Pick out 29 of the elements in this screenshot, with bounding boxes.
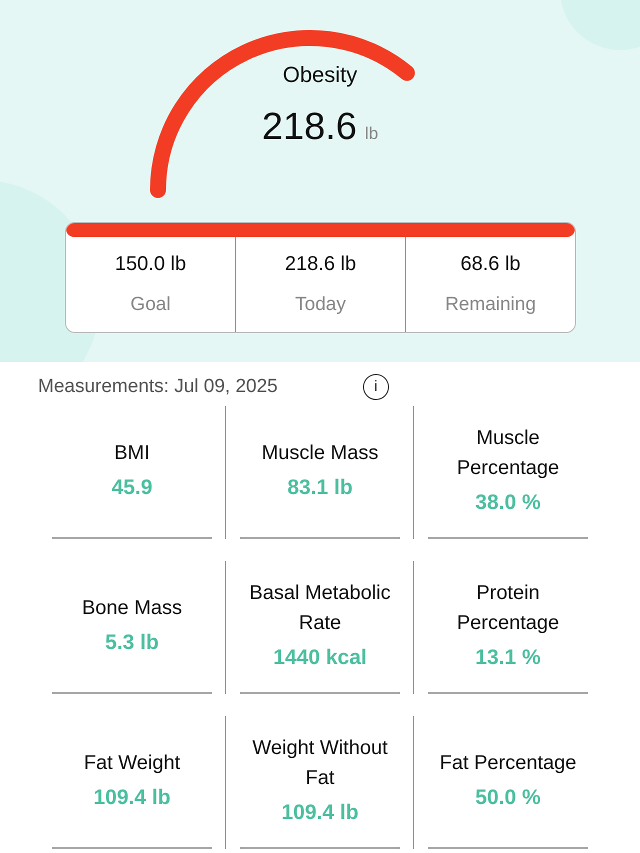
weight-unit: lb	[364, 123, 378, 145]
measurement-value: 83.1 lb	[287, 474, 353, 501]
measurement-label: Fat Percentage	[438, 750, 578, 776]
measurement-value: 109.4 lb	[93, 784, 171, 811]
measurement-value: 5.3 lb	[105, 630, 159, 656]
measurement-label: Muscle Mass	[260, 440, 380, 466]
summary-value: 68.6 lb	[460, 252, 521, 277]
weight-value: 218.6	[262, 105, 357, 150]
summary-label: Today	[295, 293, 346, 317]
measurement-value: 38.0 %	[475, 490, 541, 516]
measurement-value: 45.9	[112, 474, 152, 501]
measurement-label: Protein Percentage	[456, 580, 560, 636]
measurement-label: Basal Metabolic Rate	[248, 580, 392, 636]
measurement-label: Bone Mass	[80, 596, 184, 621]
measurement-label: Fat Weight	[82, 750, 182, 776]
status-label: Obesity	[282, 61, 358, 89]
measurement-label: Muscle Percentage	[456, 426, 560, 481]
measurements-title: Measurements: Jul 09, 2025	[38, 374, 278, 399]
summary-label: Remaining	[445, 293, 536, 317]
measurement-value: 50.0 %	[475, 784, 541, 811]
measurement-label: Weight Without Fat	[251, 736, 389, 791]
measurement-value: 13.1 %	[475, 644, 541, 671]
measurement-value: 109.4 lb	[281, 800, 359, 826]
summary-label: Goal	[130, 293, 171, 317]
summary-value: 150.0 lb	[114, 252, 186, 277]
info-icon[interactable]: i	[362, 374, 389, 400]
measurement-value: 1440 kcal	[273, 644, 367, 671]
measurement-label: BMI	[113, 440, 151, 466]
summary-value: 218.6 lb	[284, 252, 356, 277]
